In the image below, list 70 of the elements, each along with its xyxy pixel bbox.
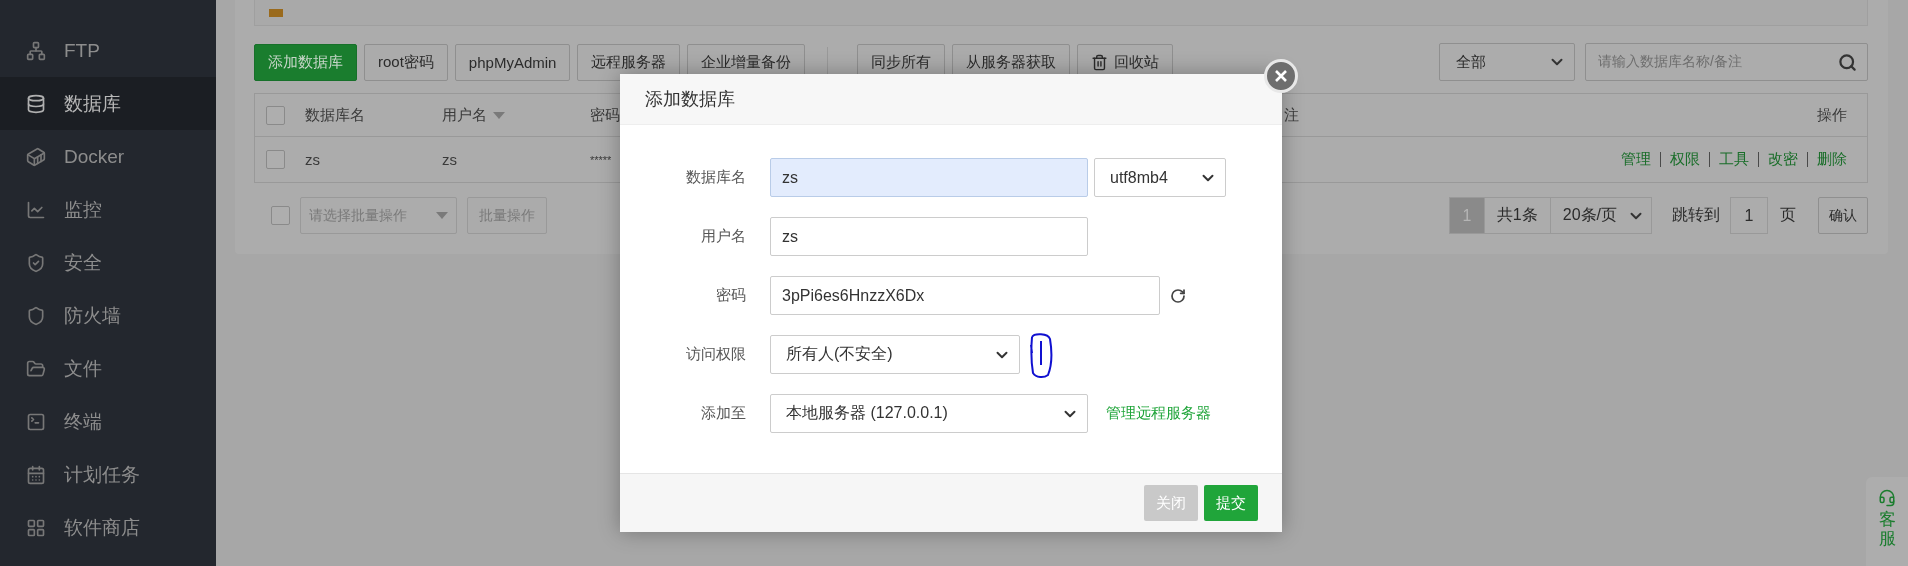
column-header: 操作 bbox=[1817, 105, 1847, 125]
shield-icon bbox=[26, 305, 46, 326]
page-unit: 页 bbox=[1779, 205, 1797, 225]
search-field[interactable]: 请输入数据库名称/备注 bbox=[1585, 43, 1868, 81]
sidebar-item[interactable]: FTP bbox=[0, 24, 216, 77]
field-label: 添加至 bbox=[700, 404, 747, 423]
trash-icon bbox=[1091, 53, 1109, 71]
checkbox[interactable] bbox=[271, 206, 290, 225]
jump-label: 跳转到 bbox=[1671, 205, 1721, 225]
column-header: 数据库名 bbox=[305, 105, 366, 125]
field-label: 密码 bbox=[715, 286, 747, 305]
password-field[interactable]: 3pPi6es6HnzzX6Dx bbox=[770, 276, 1160, 315]
container-icon bbox=[26, 146, 46, 167]
field-label: 数据库名 bbox=[685, 168, 747, 187]
page-size-select[interactable]: 20条/页 bbox=[1550, 197, 1652, 234]
table-cell-text: zs bbox=[442, 151, 458, 168]
database-icon bbox=[26, 93, 46, 114]
text-field[interactable]: zs bbox=[770, 217, 1088, 256]
column-header: 用户名 bbox=[442, 105, 590, 125]
toolbar-button[interactable]: phpMyAdmin bbox=[454, 43, 571, 81]
terminal-icon bbox=[26, 411, 46, 432]
customer-service-tab[interactable]: 客服 bbox=[1866, 477, 1908, 566]
sidebar-item[interactable]: 文件 bbox=[0, 342, 216, 395]
search-icon[interactable] bbox=[1838, 52, 1857, 72]
network-icon bbox=[26, 40, 46, 61]
field-label: 用户名 bbox=[700, 227, 747, 246]
page-input[interactable]: 1 bbox=[1730, 197, 1768, 234]
filter-select[interactable]: 全部 bbox=[1439, 43, 1575, 81]
sidebar-item[interactable]: 数据库 bbox=[0, 77, 216, 130]
action-link[interactable]: 管理 bbox=[1621, 150, 1651, 169]
submit-button[interactable]: 提交 bbox=[1204, 485, 1258, 521]
toolbar-button[interactable]: 添加数据库 bbox=[254, 43, 357, 81]
checkbox[interactable] bbox=[266, 150, 285, 169]
refresh-icon[interactable] bbox=[1170, 287, 1186, 304]
sidebar-item[interactable]: 安全 bbox=[0, 236, 216, 289]
action-link[interactable]: 工具 bbox=[1719, 150, 1749, 169]
action-link[interactable]: 改密 bbox=[1768, 150, 1798, 169]
dropdown-select[interactable]: 本地服务器 (127.0.0.1) bbox=[770, 394, 1088, 433]
close-icon bbox=[1274, 69, 1288, 83]
toolbar-button[interactable]: 远程服务器 bbox=[577, 43, 681, 81]
headset-icon bbox=[1878, 489, 1896, 507]
dialog-title: 添加数据库 bbox=[620, 74, 1282, 125]
sort-caret-icon bbox=[493, 111, 505, 119]
action-link[interactable]: 删除 bbox=[1817, 150, 1847, 169]
column-header: 密码 bbox=[590, 105, 621, 125]
field-label: 访问权限 bbox=[685, 345, 747, 364]
text-field[interactable]: zs bbox=[770, 158, 1088, 197]
charset-select[interactable]: utf8mb4 bbox=[1094, 158, 1226, 197]
shield-check-icon bbox=[26, 252, 46, 273]
sidebar-item[interactable]: 软件商店 bbox=[0, 501, 216, 554]
folder-icon bbox=[26, 358, 46, 379]
dropdown-select[interactable]: 所有人(不安全) bbox=[770, 335, 1020, 374]
checkbox[interactable] bbox=[266, 105, 285, 125]
table-cell-text: ***** bbox=[590, 153, 613, 166]
manage-servers-link[interactable]: 管理远程服务器 bbox=[1106, 404, 1211, 423]
sidebar-item[interactable]: 计划任务 bbox=[0, 448, 216, 501]
sidebar-item[interactable]: 防火墙 bbox=[0, 289, 216, 342]
total-count: 共1条 bbox=[1484, 197, 1551, 234]
chart-icon bbox=[26, 199, 46, 220]
table-cell-text: zs bbox=[305, 151, 321, 168]
sidebar-item[interactable]: Docker bbox=[0, 130, 216, 183]
column-header: 注 bbox=[1284, 105, 1300, 125]
caret-icon bbox=[436, 212, 448, 219]
action-link[interactable]: 权限 bbox=[1670, 150, 1700, 169]
confirm-button[interactable]: 确认 bbox=[1818, 197, 1868, 234]
toolbar-button[interactable]: root密码 bbox=[364, 43, 448, 81]
calendar-icon bbox=[26, 464, 46, 485]
grid-icon bbox=[26, 517, 46, 538]
sidebar-item[interactable]: 监控 bbox=[0, 183, 216, 236]
sidebar-item[interactable]: 终端 bbox=[0, 395, 216, 448]
